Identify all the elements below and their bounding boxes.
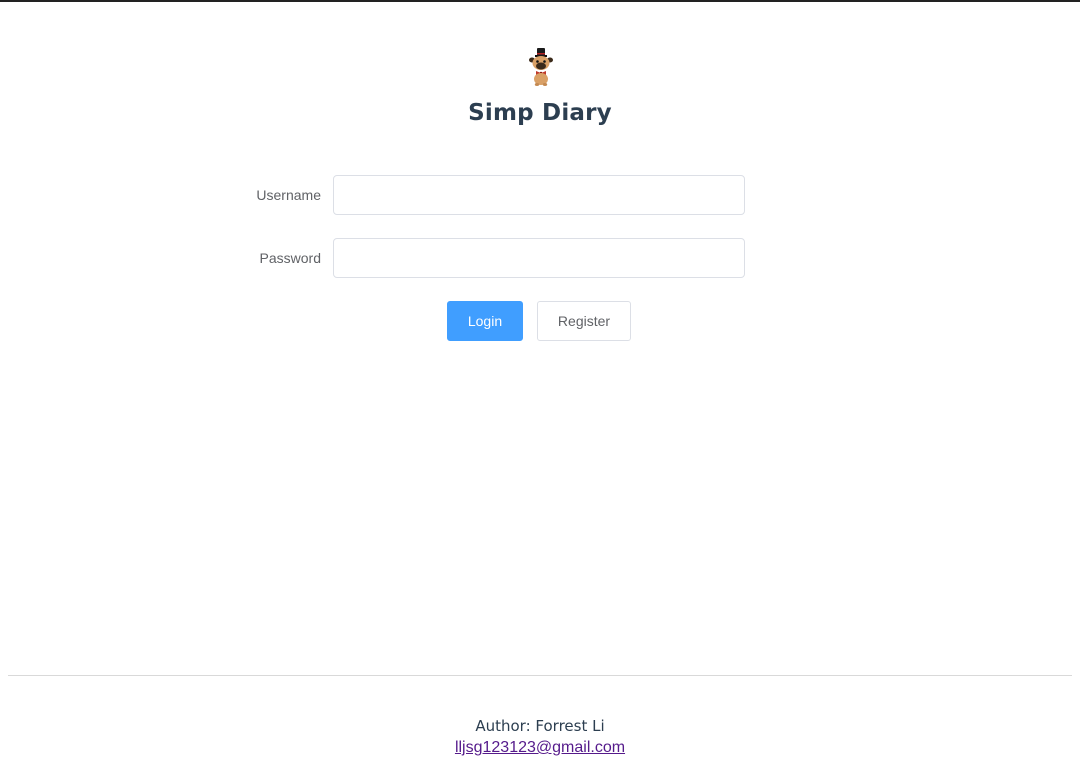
username-row: Username [0, 175, 1080, 215]
footer-email-container: lljsg123123@gmail.com [0, 739, 1080, 757]
app-title: Simp Diary [468, 100, 612, 126]
footer-author: Author: Forrest Li [475, 717, 605, 735]
login-button[interactable]: Login [447, 301, 523, 341]
footer-divider [8, 675, 1072, 676]
register-button[interactable]: Register [537, 301, 631, 341]
password-input[interactable] [333, 238, 745, 278]
password-row: Password [0, 238, 1080, 278]
top-border [0, 0, 1080, 2]
username-input[interactable] [333, 175, 745, 215]
pug-top-hat-icon [529, 48, 553, 86]
username-label: Username [256, 187, 321, 203]
password-label: Password [259, 250, 321, 266]
author-email-link[interactable]: lljsg123123@gmail.com [455, 739, 625, 756]
